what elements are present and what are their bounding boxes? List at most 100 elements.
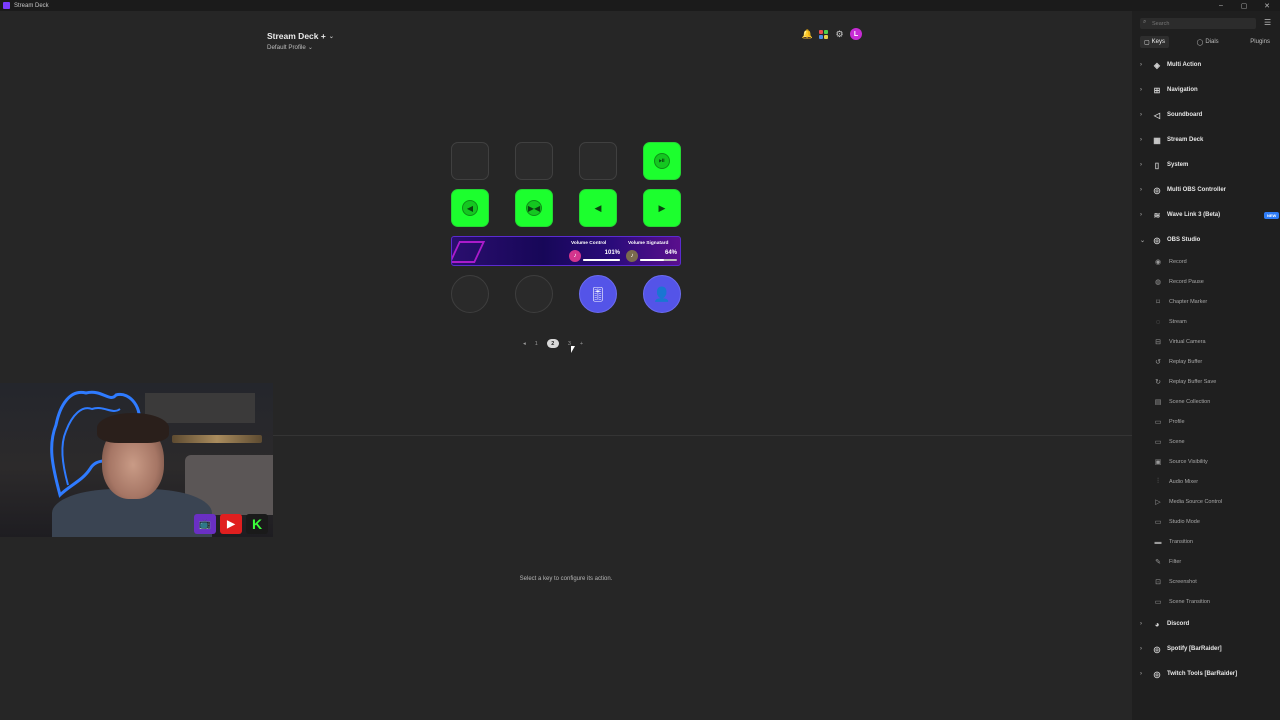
title-bar: Stream Deck – ▢ ✕ (0, 0, 1280, 11)
action-virtual-camera[interactable]: ⊟ Virtual Camera (1152, 336, 1206, 348)
page-1[interactable]: 1 (535, 341, 538, 347)
page-2[interactable]: 2 (546, 339, 559, 348)
minimize-button[interactable]: – (1210, 0, 1232, 11)
action-scene-collection[interactable]: ▤ Scene Collection (1152, 396, 1211, 408)
category-multi-obs[interactable]: › ◎ Multi OBS Controller (1140, 184, 1226, 196)
action-audio-mixer[interactable]: ⫶ Audio Mixer (1152, 476, 1198, 488)
action-record[interactable]: ◉ Record (1152, 256, 1187, 268)
volume-icon: ♪ (626, 250, 638, 262)
pin-icon[interactable]: ◂ (523, 341, 526, 347)
action-profile[interactable]: ▭ Profile (1152, 416, 1185, 428)
marketplace-tile (819, 34, 823, 39)
key-slot-6[interactable]: ▶◀ (515, 189, 553, 227)
category-label: Twitch Tools [BarRaider] (1167, 671, 1238, 677)
chevron-down-icon: ⌄ (307, 45, 313, 51)
category-system[interactable]: › ▯ System (1140, 159, 1188, 171)
touch-segment-4[interactable]: Volume Signatard ♪ 64% (624, 237, 680, 265)
action-filter[interactable]: ✎ Filter (1152, 556, 1181, 568)
marketplace-icon[interactable] (818, 29, 829, 40)
action-media-source-control[interactable]: ▷ Media Source Control (1152, 496, 1222, 508)
category-label: Soundboard (1167, 112, 1203, 118)
action-stream[interactable]: ◌ Stream (1152, 316, 1187, 328)
tab-plugins[interactable]: Plugins (1246, 36, 1274, 48)
tab-label: Keys (1151, 39, 1166, 45)
tab-keys[interactable]: ▢ Keys (1140, 36, 1170, 48)
add-page-button[interactable]: + (580, 341, 583, 347)
key-slot-4[interactable]: ⏯ (643, 142, 681, 180)
key-slot-1[interactable] (451, 142, 489, 180)
chevron-right-icon: › (1140, 162, 1142, 168)
category-soundboard[interactable]: › ◁ Soundboard (1140, 109, 1202, 121)
category-wave-link[interactable]: › ≋ Wave Link 3 (Beta) NEW (1140, 209, 1280, 221)
action-label: Studio Mode (1169, 519, 1200, 525)
key-slot-2[interactable] (515, 142, 553, 180)
barraider-icon: ◎ (1153, 669, 1161, 679)
youtube-icon: ▶ (220, 514, 242, 534)
category-multi-action[interactable]: › ◈ Multi Action (1140, 59, 1201, 71)
category-discord[interactable]: › ◕ Discord (1140, 618, 1189, 630)
profile-icon: ▭ (1154, 419, 1162, 426)
category-twitch-tools[interactable]: › ◎ Twitch Tools [BarRaider] (1140, 668, 1237, 680)
action-transition[interactable]: ▬ Transition (1152, 536, 1193, 548)
category-spotify[interactable]: › ◎ Spotify [BarRaider] (1140, 643, 1222, 655)
person-hair (97, 413, 169, 443)
list-view-icon[interactable]: ☰ (1264, 18, 1271, 27)
device-selector[interactable]: Stream Deck + ⌄ (267, 31, 334, 41)
segment-value: 101% (604, 250, 620, 256)
key-slot-7[interactable]: ◀ (579, 189, 617, 227)
next-track-icon: ▶ (658, 202, 666, 213)
action-chapter-marker[interactable]: ⌑ Chapter Marker (1152, 296, 1207, 308)
wave-icon: ≋ (1153, 210, 1161, 220)
category-obs-studio[interactable]: ⌄ ◎ OBS Studio (1140, 234, 1200, 246)
search-input[interactable]: ⌕ Search (1140, 18, 1256, 29)
avatar[interactable]: L (850, 28, 862, 40)
window-title: Stream Deck (14, 2, 49, 9)
dial-1[interactable] (451, 275, 489, 313)
volume-bar (583, 259, 620, 261)
dial-3[interactable]: 🎚 (579, 275, 617, 313)
category-stream-deck[interactable]: › ▦ Stream Deck (1140, 134, 1203, 146)
volume-bar (640, 259, 677, 261)
bell-icon[interactable]: 🔔 (802, 29, 813, 40)
category-label: Multi OBS Controller (1167, 187, 1226, 193)
category-navigation[interactable]: › ⊞ Navigation (1140, 84, 1198, 96)
action-label: Record (1169, 259, 1187, 265)
chevron-right-icon: › (1140, 137, 1142, 143)
stream-icon: ◌ (1155, 318, 1161, 326)
touch-strip[interactable]: Volume Control ♪ 101% Volume Signatard ♪… (451, 236, 681, 266)
dial-2[interactable] (515, 275, 553, 313)
gear-icon[interactable]: ⚙ (834, 29, 845, 40)
action-replay-buffer[interactable]: ↺ Replay Buffer (1152, 356, 1202, 368)
marketplace-tile (824, 29, 828, 34)
action-replay-buffer-save[interactable]: ↻ Replay Buffer Save (1152, 376, 1216, 388)
action-record-pause[interactable]: ◍ Record Pause (1152, 276, 1204, 288)
configure-hint: Select a key to configure its action. (519, 576, 613, 582)
chevron-right-icon: › (1140, 621, 1142, 627)
transition-icon: ▬ (1154, 538, 1162, 546)
action-label: Transition (1169, 539, 1193, 545)
category-label: Discord (1167, 621, 1190, 627)
replay-icon: ↺ (1155, 359, 1161, 366)
chevron-right-icon: › (1140, 212, 1142, 218)
key-slot-3[interactable] (579, 142, 617, 180)
chevron-down-icon: ⌄ (1140, 237, 1146, 244)
close-button[interactable]: ✕ (1256, 0, 1278, 11)
action-label: Virtual Camera (1169, 339, 1206, 345)
twitch-icon: 📺 (194, 514, 216, 534)
profile-selector[interactable]: Default Profile ⌄ (267, 44, 313, 51)
dial-4[interactable]: 👤 (643, 275, 681, 313)
action-studio-mode[interactable]: ▭ Studio Mode (1152, 516, 1200, 528)
touch-segment-3[interactable]: Volume Control ♪ 101% (567, 237, 624, 265)
action-source-visibility[interactable]: ▣ Source Visibility (1152, 456, 1208, 468)
action-scene-transition[interactable]: ▭ Scene Transition (1152, 596, 1210, 608)
maximize-button[interactable]: ▢ (1233, 0, 1255, 11)
tab-dials[interactable]: ◯ Dials (1193, 36, 1223, 48)
key-slot-8[interactable]: ▶ (643, 189, 681, 227)
key-slot-5[interactable]: ◀ (451, 189, 489, 227)
obs-icon: ◎ (1153, 185, 1161, 195)
action-scene[interactable]: ▭ Scene (1152, 436, 1185, 448)
action-screenshot[interactable]: ⊡ Screenshot (1152, 576, 1197, 588)
action-tabs: ▢ Keys ◯ Dials Plugins (1140, 36, 1274, 48)
device-name: Stream Deck + (267, 31, 326, 41)
record-icon: ◉ (1154, 259, 1162, 266)
